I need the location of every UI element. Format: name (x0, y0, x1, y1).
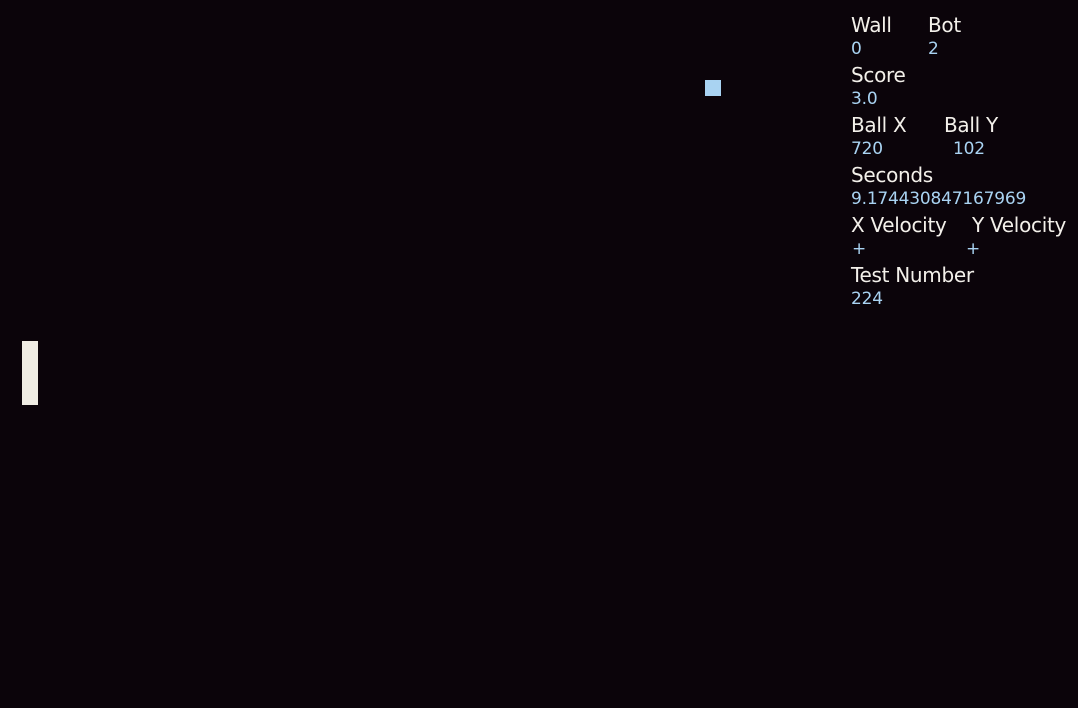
velocity-row: X Velocity Y Velocity + + (851, 212, 1078, 262)
test-number-value: 224 (851, 289, 883, 309)
wall-bot-row: Wall Bot 0 2 (851, 12, 1078, 62)
y-velocity-value: + (966, 239, 981, 259)
bot-label: Bot (928, 13, 961, 37)
wall-value: 0 (851, 39, 862, 59)
player-paddle (22, 341, 38, 405)
wall-label: Wall (851, 13, 892, 37)
x-velocity-value: + (852, 239, 867, 259)
x-velocity-label: X Velocity (851, 213, 947, 237)
ball-x-value: 720 (851, 139, 883, 159)
ball-y-label: Ball Y (944, 113, 998, 137)
stats-panel: Wall Bot 0 2 Score 3.0 Ball X Ball Y 720… (851, 12, 1078, 312)
ball-y-value: 102 (953, 139, 985, 159)
test-number-row: Test Number 224 (851, 262, 1078, 312)
score-value: 3.0 (851, 89, 878, 109)
game-canvas[interactable]: Wall Bot 0 2 Score 3.0 Ball X Ball Y 720… (0, 0, 1078, 708)
bot-value: 2 (928, 39, 939, 59)
score-row: Score 3.0 (851, 62, 1078, 112)
test-number-label: Test Number (851, 263, 974, 287)
y-velocity-label: Y Velocity (972, 213, 1067, 237)
ball-x-label: Ball X (851, 113, 907, 137)
ball (705, 80, 721, 96)
seconds-row: Seconds 9.174430847167969 (851, 162, 1078, 212)
seconds-label: Seconds (851, 163, 933, 187)
score-label: Score (851, 63, 906, 87)
ball-position-row: Ball X Ball Y 720 102 (851, 112, 1078, 162)
seconds-value: 9.174430847167969 (851, 189, 1027, 209)
